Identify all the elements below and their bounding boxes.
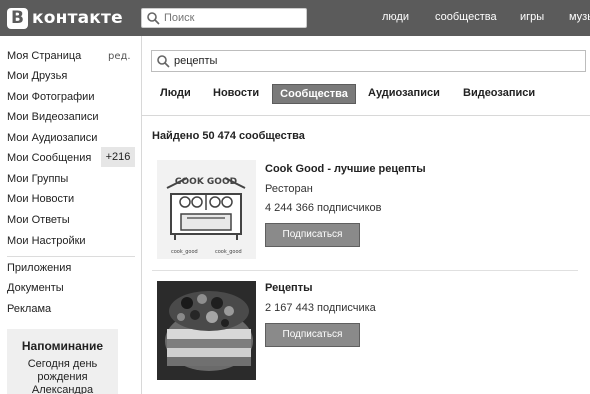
community-name-recipes[interactable]: Рецепты [265,282,313,294]
reminder-box[interactable]: Напоминание Сегодня день рождения Алекса… [7,329,118,394]
community-name-cook-good[interactable]: Cook Good - лучшие рецепты [265,163,426,175]
sidebar-item-documents[interactable]: Документы [7,282,64,294]
nav-communities[interactable]: сообщества [435,11,497,23]
subscribe-button-recipes[interactable]: Подписаться [265,323,360,347]
sidebar-item-photos[interactable]: Мои Фотографии [7,91,94,103]
nav-music[interactable]: музыка [569,11,590,23]
sidebar-item-news[interactable]: Мои Новости [7,193,74,205]
tab-news[interactable]: Новости [213,87,259,99]
results-count: Найдено 50 474 сообщества [152,130,305,142]
sidebar-item-messages[interactable]: Мои Сообщения [7,152,91,164]
stove-logo-caption-left: cook_good [171,249,198,255]
sidebar-divider [7,256,135,257]
sidebar-item-settings[interactable]: Мои Настройки [7,235,86,247]
search-query-input[interactable] [174,55,574,67]
vk-logo[interactable]: В контакте [7,7,123,29]
tab-videos[interactable]: Видеозаписи [463,87,535,99]
top-header: В контакте люди сообщества игры музыка [0,0,590,36]
tab-audio[interactable]: Аудиозаписи [368,87,440,99]
sidebar-item-ads[interactable]: Реклама [7,303,51,315]
tab-communities[interactable]: Сообщества [272,84,356,104]
messages-count-badge[interactable]: +216 [101,147,135,167]
nav-games[interactable]: игры [520,11,544,23]
stove-logo-caption-right: cook_good [215,249,242,255]
community-avatar-cook-good[interactable]: COOK GOOD cook_good cook_good [157,160,256,259]
header-search[interactable] [141,8,307,28]
sidebar-item-videos[interactable]: Мои Видеозаписи [7,111,99,123]
sidebar-item-apps[interactable]: Приложения [7,262,71,274]
results-divider [152,270,578,271]
reminder-title: Напоминание [21,339,104,353]
cake-photo-image [157,281,256,380]
search-icon [157,55,170,68]
tab-people[interactable]: Люди [160,87,191,99]
content-border [141,36,142,394]
sidebar-item-audio[interactable]: Мои Аудиозаписи [7,132,97,144]
header-search-input[interactable] [164,12,304,24]
logo-text: контакте [32,8,123,28]
sidebar-item-friends[interactable]: Мои Друзья [7,70,67,82]
sidebar-item-my-page[interactable]: Моя Страница [7,50,81,62]
community-subscribers: 4 244 366 подписчиков [265,202,382,214]
community-avatar-recipes[interactable] [157,281,256,380]
nav-people[interactable]: люди [382,11,409,23]
stove-logo-image: COOK GOOD cook_good cook_good [157,160,256,259]
stove-logo-text: COOK GOOD [175,177,237,187]
community-subscribers: 2 167 443 подписчика [265,302,376,314]
search-icon [147,12,160,25]
subscribe-button-cook-good[interactable]: Подписаться [265,223,360,247]
community-category: Ресторан [265,183,313,195]
tabs-divider [142,115,590,116]
edit-menu-link[interactable]: ред. [108,51,131,62]
reminder-text: Сегодня день рождения Александра [27,358,98,394]
sidebar-item-groups[interactable]: Мои Группы [7,173,68,185]
search-query-box[interactable] [151,50,586,72]
sidebar-item-answers[interactable]: Мои Ответы [7,214,70,226]
logo-letter: В [7,7,28,29]
